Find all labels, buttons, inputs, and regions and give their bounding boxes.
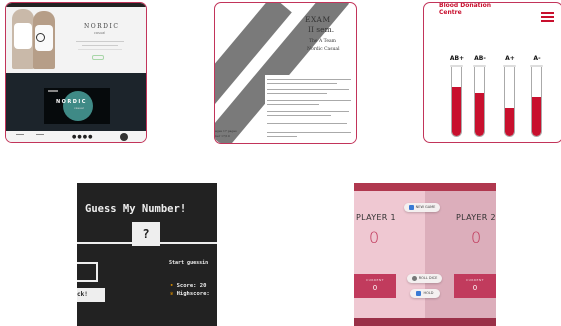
player1-name: PLAYER 1 — [356, 213, 396, 222]
link-line[interactable] — [267, 136, 297, 137]
secret-number-box: ? — [132, 222, 160, 246]
blood-tube[interactable] — [451, 67, 462, 137]
hero-text-line — [76, 41, 124, 42]
top-border — [354, 183, 496, 191]
exam-semester: II sem. — [308, 25, 335, 34]
brand-name: NORDIC — [84, 23, 120, 30]
new-game-button[interactable]: NEW GAME — [404, 203, 440, 212]
hold-button[interactable]: HOLD — [410, 289, 440, 298]
blood-type-label: A+ — [505, 55, 515, 62]
banner-brand-name: NORDIC — [56, 99, 87, 105]
top-navbar — [6, 3, 146, 7]
new-game-label: NEW GAME — [415, 205, 436, 209]
footer-link[interactable] — [36, 134, 44, 135]
score-text: Score: 20 — [176, 283, 207, 289]
blood-donation-thumbnail[interactable]: Blood Donation Centre AB+ AB- A+ A- — [423, 2, 561, 143]
link-line[interactable] — [267, 132, 351, 133]
player2-name: PLAYER 2 — [456, 213, 496, 222]
trophy-icon: ♛ — [170, 291, 174, 297]
social-icons[interactable]: ●●●● — [72, 134, 93, 140]
current-label: CURRENT — [366, 278, 384, 282]
link-line[interactable] — [267, 93, 327, 94]
link-line[interactable] — [267, 123, 347, 124]
exam-title: EXAM — [305, 15, 331, 24]
company-name: Nordic Casual — [307, 47, 340, 52]
shop-button[interactable] — [92, 55, 104, 60]
page-count: ages 17 pages — [215, 129, 237, 133]
footer-logo-icon — [120, 133, 128, 141]
highscore-label: ♛ Highscore: — [170, 291, 210, 297]
tshirt-logo-icon — [36, 33, 45, 42]
player1-current: CURRENT 0 — [354, 274, 396, 298]
hero-text-line — [82, 45, 118, 46]
game-title: Guess My Number! — [85, 203, 187, 215]
link-line[interactable] — [267, 111, 349, 112]
blood-type-label: A- — [533, 55, 541, 62]
highscore-text: Highscore: — [176, 291, 210, 297]
footer-link[interactable] — [16, 134, 24, 135]
game-message: Start guessin — [169, 260, 209, 266]
check-button[interactable]: ck! — [77, 288, 105, 302]
blood-tube[interactable] — [531, 67, 542, 137]
link-line[interactable] — [267, 100, 351, 101]
player1-score: 0 — [369, 228, 380, 247]
brand-subtitle: casual — [94, 31, 106, 35]
blood-level — [452, 87, 461, 136]
blood-type-label: AB- — [474, 55, 486, 62]
link-line[interactable] — [267, 104, 319, 105]
banner-brand-subtitle: casual — [74, 106, 84, 110]
link-line[interactable] — [267, 79, 351, 80]
bottom-border — [354, 318, 496, 326]
roll-dice-label: ROLL DICE — [418, 276, 438, 280]
exam-document-thumbnail[interactable]: EXAM II sem. The A Team Nordic Casual ag… — [214, 2, 357, 144]
tshirt-left — [14, 23, 32, 49]
current-label: CURRENT — [466, 278, 484, 282]
dice-icon — [411, 275, 417, 281]
banner-header-line — [48, 90, 58, 92]
pig-game-thumbnail[interactable]: NEW GAME PLAYER 1 PLAYER 2 0 0 ROLL DICE… — [354, 183, 496, 326]
reset-icon — [408, 204, 414, 210]
team-name: The A Team — [309, 39, 336, 44]
blood-type-label: AB+ — [449, 55, 465, 62]
hero-text-line — [78, 49, 122, 50]
blood-tube[interactable] — [504, 67, 515, 137]
link-line[interactable] — [267, 115, 331, 116]
nordic-casual-thumbnail[interactable]: NORDIC casual NORDIC casual ●●●● — [5, 2, 147, 143]
blood-level — [532, 97, 541, 136]
hamburger-menu-icon[interactable] — [541, 12, 554, 22]
page-date: ner 17/10 — [215, 134, 230, 138]
blood-tube[interactable] — [474, 67, 485, 137]
player2-current: CURRENT 0 — [454, 274, 496, 298]
blood-level — [505, 107, 514, 136]
guess-input[interactable] — [77, 262, 98, 282]
current-value: 0 — [372, 284, 378, 292]
blood-level — [475, 93, 484, 136]
roll-dice-button[interactable]: ROLL DICE — [407, 274, 442, 283]
link-line[interactable] — [267, 89, 349, 90]
player2-score: 0 — [471, 228, 482, 247]
guess-number-thumbnail[interactable]: Guess My Number! ? Start guessin ck! • S… — [77, 183, 217, 326]
score-label: • Score: 20 — [170, 283, 206, 289]
current-value: 0 — [472, 284, 478, 292]
download-icon — [416, 290, 422, 296]
hold-label: HOLD — [423, 291, 434, 295]
link-line[interactable] — [267, 83, 337, 84]
dot-icon: • — [170, 283, 174, 289]
app-title: Blood Donation Centre — [439, 2, 491, 16]
